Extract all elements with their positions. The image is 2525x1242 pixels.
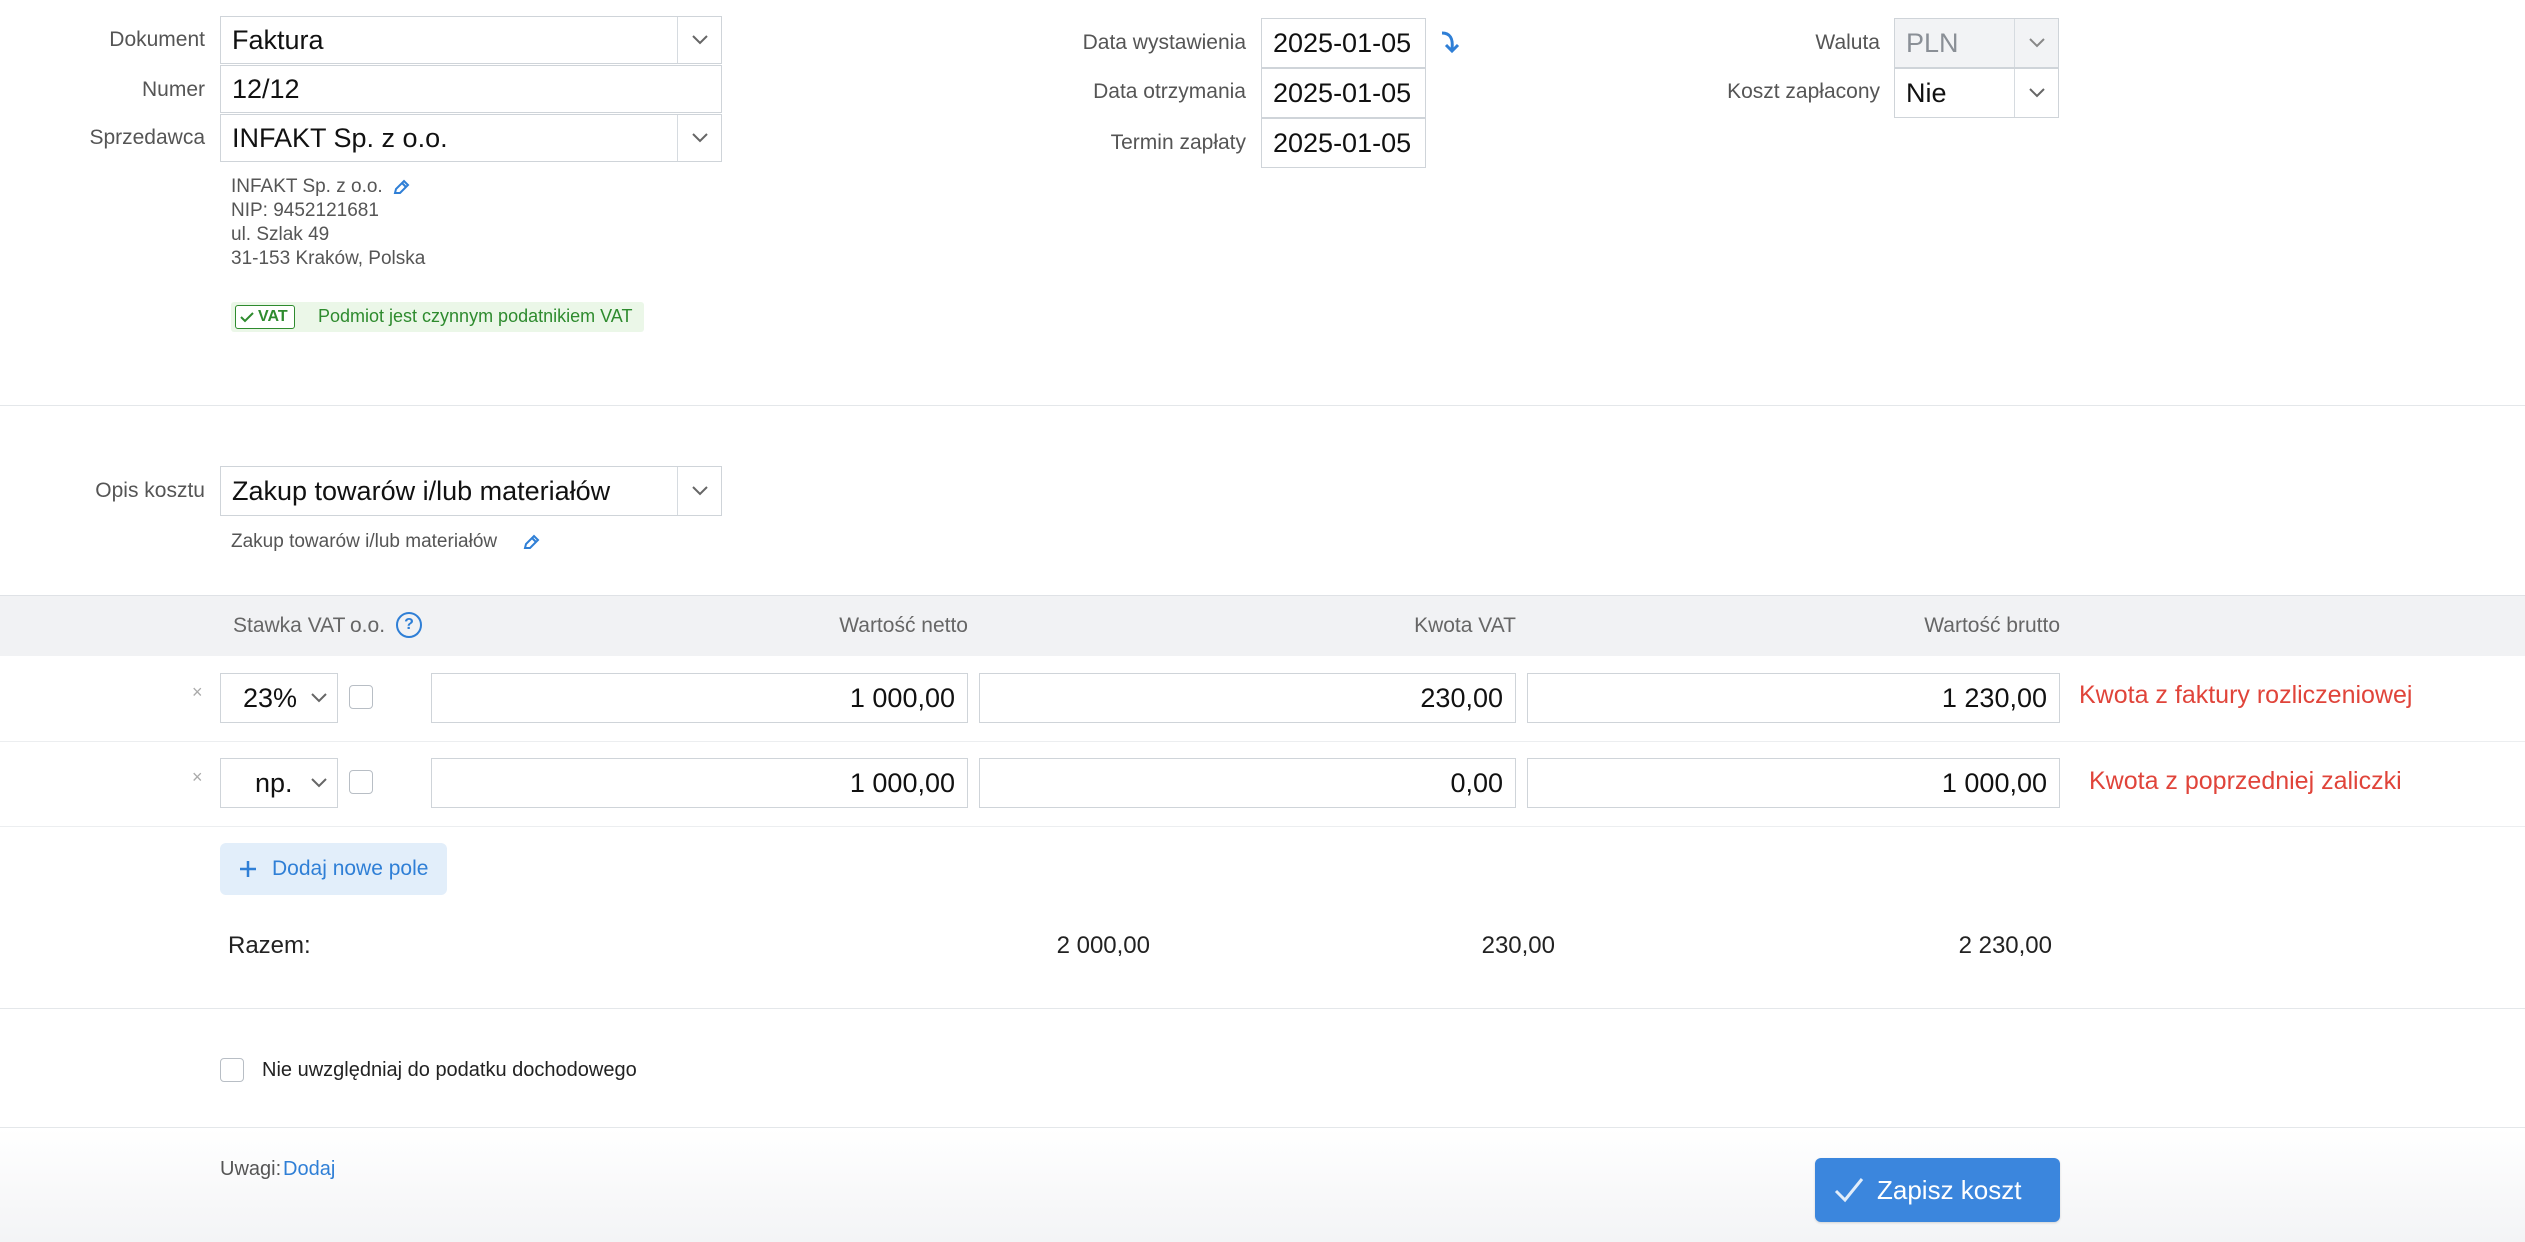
termin-zaplaty-field[interactable]: 2025-01-05 (1261, 118, 1426, 168)
header-wartosc-netto: Wartość netto (839, 614, 968, 637)
oo-checkbox[interactable] (349, 685, 373, 709)
sprzedawca-select[interactable]: INFAKT Sp. z o.o. (220, 114, 722, 162)
vat-status-banner: VAT Podmiot jest czynnym podatnikiem VAT (231, 302, 644, 332)
save-cost-label: Zapisz koszt (1877, 1174, 2022, 1205)
remove-row-icon[interactable]: × (192, 682, 203, 703)
row-divider (0, 741, 2525, 742)
vat-badge: VAT (235, 305, 295, 329)
totals-label: Razem: (228, 932, 311, 959)
sprzedawca-label: Sprzedawca (89, 126, 205, 149)
total-netto: 2 000,00 (1056, 932, 1150, 959)
uwagi-add-link[interactable]: Dodaj (283, 1158, 335, 1181)
header-stawka-vat: Stawka VAT (233, 614, 346, 637)
exclude-income-tax-label: Nie uwzględniaj do podatku dochodowego (262, 1059, 637, 1081)
termin-zaplaty-value: 2025-01-05 (1273, 127, 1412, 158)
seller-city: 31-153 Kraków, Polska (231, 248, 426, 269)
numer-value: 12/12 (232, 73, 300, 104)
oo-checkbox[interactable] (349, 770, 373, 794)
dokument-value: Faktura (232, 24, 324, 55)
remove-row-icon[interactable]: × (192, 767, 203, 788)
exclude-income-tax-checkbox[interactable] (220, 1058, 244, 1082)
opis-kosztu-subtext: Zakup towarów i/lub materiałów (231, 531, 498, 552)
seller-nip: NIP: 9452121681 (231, 200, 379, 221)
vat-badge-text: VAT (258, 308, 288, 325)
row-note: Kwota z poprzedniej zaliczki (2089, 767, 2402, 795)
footer-bar (0, 1128, 2525, 1242)
chevron-down-icon (301, 674, 337, 722)
brutto-input[interactable]: 1 000,00 (1527, 758, 2060, 808)
brutto-input[interactable]: 1 230,00 (1527, 673, 2060, 723)
check-icon (240, 312, 254, 323)
save-cost-button[interactable]: Zapisz koszt (1815, 1158, 2060, 1222)
opis-kosztu-label: Opis kosztu (95, 479, 205, 502)
waluta-label: Waluta (1815, 31, 1880, 54)
check-icon (1833, 1175, 1865, 1205)
numer-field[interactable]: 12/12 (220, 65, 722, 113)
copy-date-arrow-icon[interactable] (1438, 29, 1462, 57)
edit-icon[interactable] (391, 178, 411, 198)
netto-input[interactable]: 1 000,00 (431, 758, 968, 808)
data-otrzymania-field[interactable]: 2025-01-05 (1261, 68, 1426, 118)
stawka-vat-value: 23% (243, 682, 298, 713)
dokument-select[interactable]: Faktura (220, 16, 722, 64)
header-oo: o.o. (350, 614, 386, 637)
chevron-down-icon (677, 17, 721, 63)
stawka-vat-select[interactable]: np. (220, 758, 338, 808)
numer-label: Numer (141, 78, 205, 101)
section-divider (0, 1008, 2525, 1009)
data-wystawienia-label: Data wystawienia (1082, 31, 1246, 54)
dokument-label: Dokument (109, 28, 205, 51)
section-divider (0, 405, 2525, 406)
chevron-down-icon (2014, 69, 2058, 117)
vat-input[interactable]: 230,00 (979, 673, 1516, 723)
chevron-down-icon (2014, 19, 2058, 67)
koszt-zaplacony-label: Koszt zapłacony (1727, 80, 1880, 103)
header-kwota-vat: Kwota VAT (1414, 614, 1516, 637)
seller-street: ul. Szlak 49 (231, 224, 330, 245)
koszt-zaplacony-value: Nie (1906, 77, 1947, 108)
vat-status-text: Podmiot jest czynnym podatnikiem VAT (318, 306, 633, 326)
data-wystawienia-value: 2025-01-05 (1273, 27, 1412, 58)
termin-zaplaty-label: Termin zapłaty (1110, 131, 1246, 154)
sprzedawca-value: INFAKT Sp. z o.o. (232, 122, 448, 153)
seller-name: INFAKT Sp. z o.o. (231, 176, 383, 197)
waluta-select[interactable]: PLN (1894, 18, 2059, 68)
data-otrzymania-label: Data otrzymania (1093, 80, 1246, 103)
header-wartosc-brutto: Wartość brutto (1924, 614, 2060, 637)
total-vat: 230,00 (1481, 932, 1555, 959)
uwagi-label: Uwagi: (220, 1158, 282, 1180)
row-note: Kwota z faktury rozliczeniowej (2079, 681, 2413, 709)
stawka-vat-value: np. (255, 767, 293, 798)
waluta-value: PLN (1906, 27, 1959, 58)
total-brutto: 2 230,00 (1958, 932, 2052, 959)
chevron-down-icon (677, 467, 721, 515)
edit-icon[interactable] (521, 533, 541, 553)
data-otrzymania-value: 2025-01-05 (1273, 77, 1412, 108)
netto-input[interactable]: 1 000,00 (431, 673, 968, 723)
opis-kosztu-select[interactable]: Zakup towarów i/lub materiałów (220, 466, 722, 516)
stawka-vat-select[interactable]: 23% (220, 673, 338, 723)
koszt-zaplacony-select[interactable]: Nie (1894, 68, 2059, 118)
vat-input[interactable]: 0,00 (979, 758, 1516, 808)
add-new-field-button[interactable]: Dodaj nowe pole (220, 843, 447, 895)
data-wystawienia-field[interactable]: 2025-01-05 (1261, 18, 1426, 68)
chevron-down-icon (677, 115, 721, 161)
opis-kosztu-value: Zakup towarów i/lub materiałów (232, 475, 611, 506)
plus-icon (238, 859, 258, 879)
add-new-field-label: Dodaj nowe pole (272, 857, 429, 880)
help-icon[interactable]: ? (396, 612, 422, 638)
chevron-down-icon (301, 759, 337, 807)
row-divider (0, 826, 2525, 827)
